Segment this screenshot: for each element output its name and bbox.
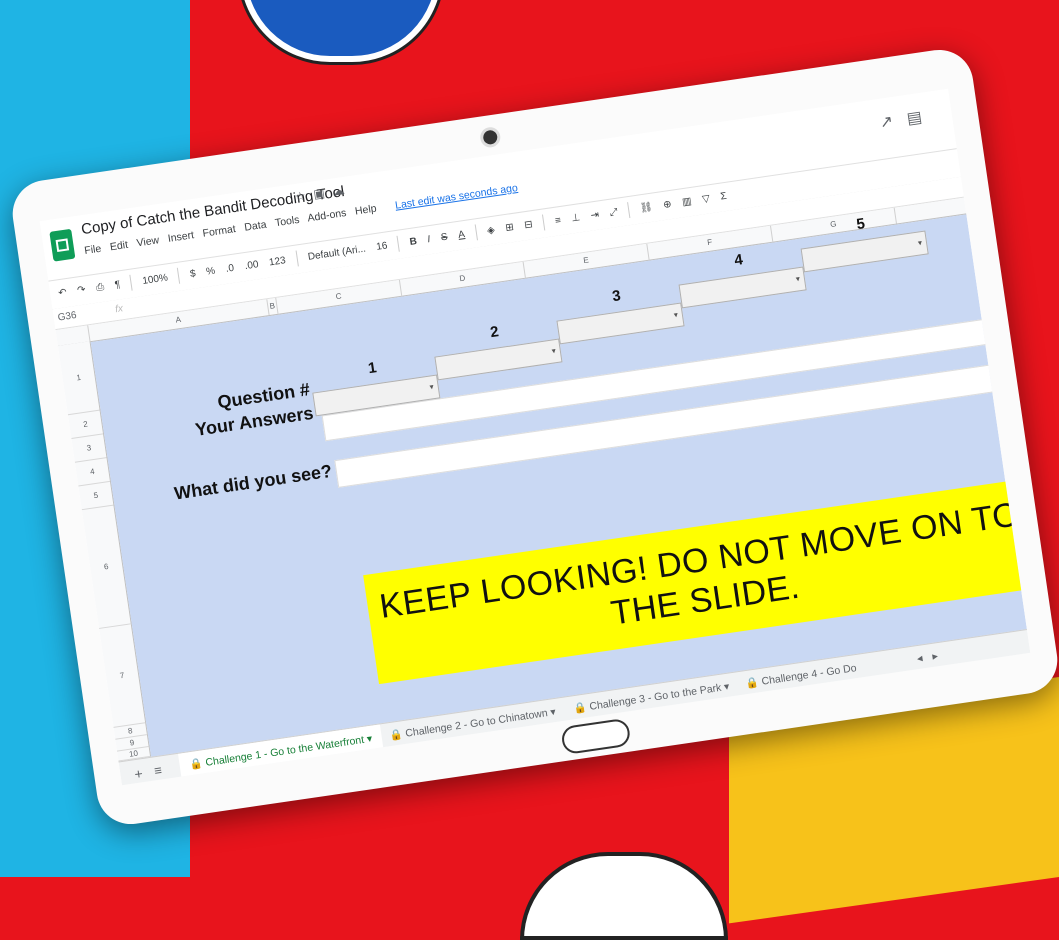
toolbar-divider <box>542 214 546 231</box>
header-right-actions: ↗▤ <box>878 105 937 133</box>
horizontal-align-icon[interactable]: ≡ <box>553 207 563 236</box>
filter-icon[interactable]: ▽ <box>700 185 712 214</box>
font-size-select[interactable]: 16 <box>374 232 389 261</box>
spreadsheet-screen: Copy of Catch the Bandit Decoding Tool ☆… <box>39 88 1031 786</box>
comments-icon[interactable]: ▤ <box>906 107 937 128</box>
toolbar-divider <box>295 250 299 267</box>
sticker-bottom-decoration <box>520 852 728 940</box>
more-formats-button[interactable]: 123 <box>267 247 288 277</box>
increase-decimal-button[interactable]: .00 <box>243 251 261 281</box>
toolbar-divider <box>129 275 133 292</box>
all-sheets-icon[interactable]: ≡ <box>153 762 163 778</box>
home-button[interactable] <box>560 717 632 756</box>
menu-help[interactable]: Help <box>354 203 377 218</box>
paint-format-icon[interactable]: ¶ <box>113 271 122 299</box>
text-wrap-icon[interactable]: ⇥ <box>589 202 601 231</box>
menu-view[interactable]: View <box>136 234 160 249</box>
toolbar-divider <box>396 236 401 253</box>
fx-icon: fx <box>114 303 124 316</box>
menu-tools[interactable]: Tools <box>274 214 300 229</box>
cell-reference[interactable]: G36 <box>56 306 78 329</box>
fill-color-icon[interactable]: ◈ <box>485 217 497 246</box>
sticker-top-decoration <box>240 0 442 62</box>
print-icon[interactable]: ⎙ <box>94 274 106 303</box>
functions-icon[interactable]: Σ <box>719 183 729 212</box>
menu-insert[interactable]: Insert <box>167 229 195 245</box>
undo-icon[interactable]: ↶ <box>56 279 68 308</box>
insert-chart-icon[interactable]: ▥ <box>680 188 693 217</box>
menu-addons[interactable]: Add-ons <box>307 207 347 225</box>
move-folder-icon[interactable]: ▣ <box>312 185 333 202</box>
menu-edit[interactable]: Edit <box>109 239 129 253</box>
tab-scroll-arrows: ◂▸ <box>916 648 949 665</box>
borders-icon[interactable]: ⊞ <box>504 214 516 243</box>
toolbar-divider <box>627 202 631 219</box>
menu-format[interactable]: Format <box>202 223 237 240</box>
cloud-status-icon[interactable]: ☁ <box>332 182 354 199</box>
strikethrough-button[interactable]: S <box>439 224 450 253</box>
menu-data[interactable]: Data <box>244 219 268 234</box>
last-edit-link[interactable]: Last edit was seconds ago <box>394 182 518 212</box>
currency-button[interactable]: $ <box>188 260 198 289</box>
decrease-decimal-button[interactable]: .0 <box>224 255 236 284</box>
star-icon[interactable]: ☆ <box>294 188 315 205</box>
camera-icon <box>478 125 502 149</box>
tablet-frame: Copy of Catch the Bandit Decoding Tool ☆… <box>8 45 1059 829</box>
italic-button[interactable]: I <box>426 226 433 254</box>
menu-file[interactable]: File <box>84 243 102 257</box>
insert-link-icon[interactable]: ⛓ <box>638 194 655 224</box>
explore-trend-icon[interactable]: ↗ <box>879 111 909 132</box>
merge-cells-icon[interactable]: ⊟ <box>523 211 535 240</box>
scroll-right-icon[interactable]: ▸ <box>932 649 949 663</box>
text-rotation-icon[interactable]: ⤢ <box>608 199 620 228</box>
bold-button[interactable]: B <box>408 228 419 257</box>
zoom-select[interactable]: 100% <box>141 264 170 295</box>
redo-icon[interactable]: ↷ <box>75 276 87 305</box>
sheets-logo-icon[interactable] <box>49 228 76 262</box>
vertical-align-icon[interactable]: ⊥ <box>570 204 583 233</box>
toolbar-divider <box>177 268 181 285</box>
percent-button[interactable]: % <box>204 258 217 287</box>
toolbar-divider <box>474 224 478 241</box>
add-sheet-icon[interactable]: + <box>133 765 143 782</box>
insert-comment-icon[interactable]: ⊕ <box>661 191 673 220</box>
text-color-button[interactable]: A <box>456 221 467 250</box>
what-did-you-see-label: What did you see? <box>172 460 334 504</box>
tab-label: Challenge 4 - Go Do <box>760 662 858 688</box>
